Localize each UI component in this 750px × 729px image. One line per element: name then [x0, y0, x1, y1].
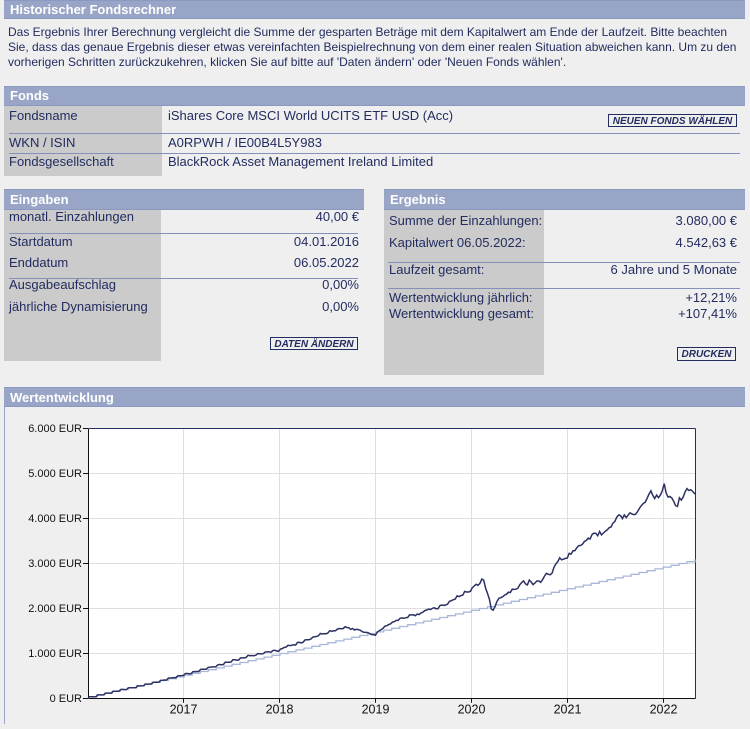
svg-text:3.000 EUR: 3.000 EUR	[28, 558, 82, 570]
svg-text:2022: 2022	[650, 703, 678, 717]
svg-text:5.000 EUR: 5.000 EUR	[28, 468, 82, 480]
svg-text:4.000 EUR: 4.000 EUR	[28, 513, 82, 525]
svg-text:2018: 2018	[266, 703, 294, 717]
svg-text:1.000 EUR: 1.000 EUR	[28, 648, 82, 660]
svg-text:2019: 2019	[362, 703, 390, 717]
svg-text:2021: 2021	[554, 703, 582, 717]
svg-text:2020: 2020	[458, 703, 486, 717]
svg-text:2.000 EUR: 2.000 EUR	[28, 603, 82, 615]
svg-text:0 EUR: 0 EUR	[50, 693, 82, 705]
svg-text:2017: 2017	[170, 703, 198, 717]
svg-text:6.000 EUR: 6.000 EUR	[28, 423, 82, 435]
